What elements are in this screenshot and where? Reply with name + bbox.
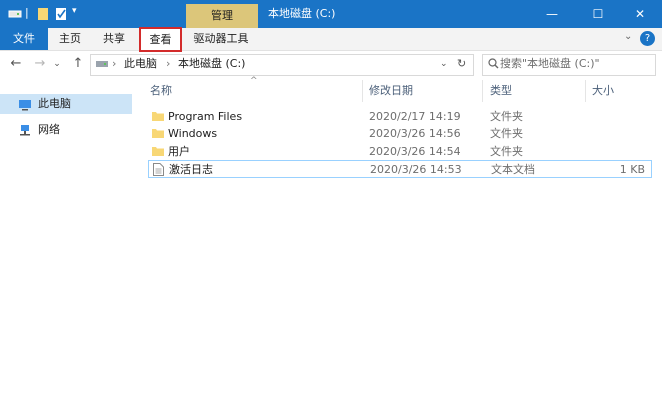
column-header-name[interactable]: 名称 [150,80,172,102]
back-button[interactable]: ← [8,55,24,73]
table-row[interactable]: 激活日志 2020/3/26 14:53 文本文档 1 KB [148,160,652,178]
column-divider[interactable] [585,80,586,102]
sidebar-item-network[interactable]: 网络 [0,120,132,140]
column-divider[interactable] [362,80,363,102]
table-row[interactable]: Program Files 2020/2/17 14:19 文件夹 [148,108,652,125]
breadcrumb-separator-icon: › [166,57,171,70]
file-type: 文件夹 [490,145,523,158]
search-placeholder: 搜索"本地磁盘 (C:)" [500,57,600,70]
contextual-tab-manage[interactable]: 管理 [186,4,258,28]
computer-icon [18,99,32,114]
file-name: Windows [168,127,218,140]
sidebar-item-label: 网络 [38,123,60,136]
network-icon [18,124,32,139]
column-header-size[interactable]: 大小 [592,80,614,102]
file-type: 文件夹 [490,110,523,123]
column-divider[interactable] [482,80,483,102]
window-title: 本地磁盘 (C:) [268,7,336,20]
file-type: 文件夹 [490,127,523,140]
file-name: Program Files [168,110,243,123]
search-icon [488,58,499,72]
table-row[interactable]: 用户 2020/3/26 14:54 文件夹 [148,143,652,160]
tab-file[interactable]: 文件 [0,28,48,50]
folder-icon [152,127,164,142]
drive-icon [8,7,22,21]
file-type: 文本文档 [491,163,535,176]
properties-icon[interactable] [54,7,68,21]
maximize-button[interactable]: ☐ [576,0,620,28]
folder-icon [152,110,164,125]
tab-view[interactable]: 查看 [139,27,182,52]
tab-drive-tools[interactable]: 驱动器工具 [184,28,258,50]
file-size: 1 KB [619,163,645,176]
tab-home[interactable]: 主页 [48,28,92,50]
folder-icon [152,145,164,160]
minimize-button[interactable]: — [530,0,574,28]
text-file-icon [153,163,164,179]
new-folder-icon[interactable] [36,7,50,21]
file-modified: 2020/3/26 14:56 [369,127,461,140]
file-modified: 2020/2/17 14:19 [369,110,461,123]
qat-dropdown-icon[interactable]: ▾ [72,6,77,20]
forward-button[interactable]: → [32,55,48,73]
table-row[interactable]: Windows 2020/3/26 14:56 文件夹 [148,125,652,142]
breadcrumb-separator-icon: › [112,57,117,70]
recent-locations-icon[interactable]: ⌄ [52,55,62,73]
help-icon[interactable]: ? [640,31,655,46]
column-header-type[interactable]: 类型 [490,80,512,102]
sidebar-item-label: 此电脑 [38,97,71,110]
ribbon-expand-icon[interactable]: ⌄ [624,31,632,42]
column-header-modified[interactable]: 修改日期 [369,80,413,102]
file-modified: 2020/3/26 14:53 [370,163,462,176]
sort-ascending-icon: ^ [250,76,258,86]
qat-separator: | [25,6,29,19]
breadcrumb-this-pc[interactable]: 此电脑 [124,54,157,74]
refresh-icon[interactable]: ↻ [457,54,466,74]
file-name: 激活日志 [169,163,213,176]
tab-share[interactable]: 共享 [92,28,136,50]
drive-icon [96,59,108,72]
address-history-icon[interactable]: ⌄ [440,54,448,74]
breadcrumb-local-disk[interactable]: 本地磁盘 (C:) [178,54,245,74]
sidebar-item-this-pc[interactable]: 此电脑 [0,94,132,114]
file-modified: 2020/3/26 14:54 [369,145,461,158]
file-name: 用户 [168,145,190,158]
up-button[interactable]: ↑ [70,55,86,73]
close-button[interactable]: ✕ [618,0,662,28]
